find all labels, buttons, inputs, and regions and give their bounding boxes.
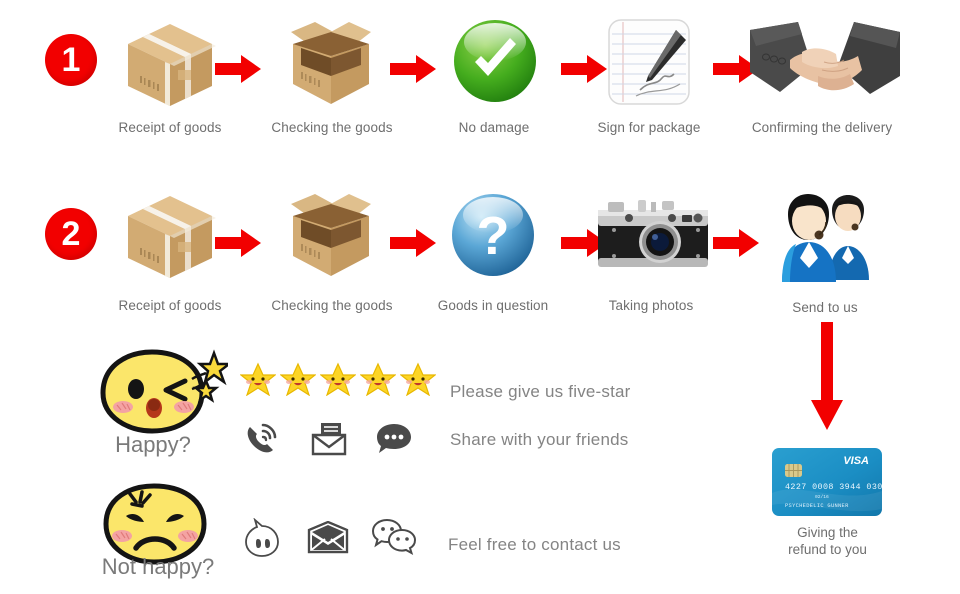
star-icon xyxy=(279,362,317,401)
card-valid: 02/16 xyxy=(815,494,829,500)
not-happy-label: Not happy? xyxy=(101,554,215,579)
star-icon xyxy=(319,362,357,401)
right-arrow-icon xyxy=(215,228,261,258)
contact-phrase: Feel free to contact us xyxy=(448,535,621,554)
right-arrow-icon xyxy=(713,228,759,258)
step-badge-1: 1 xyxy=(45,34,97,86)
open-box-icon xyxy=(285,190,377,287)
infographic-canvas: 1 Receipt of goods Checking the goods No… xyxy=(0,0,960,594)
star-icon xyxy=(239,362,277,401)
closed-box-icon xyxy=(124,192,216,287)
down-arrow-icon xyxy=(810,322,844,430)
svg-text:?: ? xyxy=(477,206,510,266)
open-box-icon xyxy=(285,18,377,115)
star-icon xyxy=(399,362,437,401)
aliwangwang-icon xyxy=(243,517,281,563)
happy-label: Happy? xyxy=(115,432,191,457)
visa-card: VISA 4227 0008 3944 0300 02/16 PSYCHEDEL… xyxy=(771,447,888,522)
email-icon xyxy=(310,421,348,462)
support-agents-icon xyxy=(774,192,876,289)
share-phrase: Share with your friends xyxy=(450,430,629,449)
star-rating xyxy=(239,362,437,401)
card-brand: VISA xyxy=(843,455,869,467)
right-arrow-icon xyxy=(561,54,607,84)
right-arrow-icon xyxy=(390,54,436,84)
refund-caption-line2: refund to you xyxy=(788,542,867,557)
right-arrow-icon xyxy=(215,54,261,84)
wechat-icon xyxy=(371,518,417,561)
step-badge-2: 2 xyxy=(45,208,97,260)
step-caption: Send to us xyxy=(792,300,858,315)
blue-question-icon: ? xyxy=(450,192,536,283)
right-arrow-icon xyxy=(390,228,436,258)
phone-icon xyxy=(243,421,279,462)
refund-caption-line1: Giving the xyxy=(797,525,858,540)
star-icon xyxy=(359,362,397,401)
chat-bubble-icon xyxy=(375,422,413,461)
envelope-icon xyxy=(307,520,349,560)
step-caption: Confirming the delivery xyxy=(751,120,893,135)
card-number: 4227 0008 3944 0300 xyxy=(785,482,883,492)
signed-note-icon xyxy=(606,18,692,111)
camera-icon xyxy=(594,196,712,281)
winking-face-icon xyxy=(88,345,233,445)
closed-box-icon xyxy=(124,20,216,115)
card-holder: PSYCHEDELIC GUNNER xyxy=(785,503,849,509)
handshake-icon xyxy=(750,22,900,109)
five-star-phrase: Please give us five-star xyxy=(450,382,631,401)
green-check-icon xyxy=(452,18,538,109)
